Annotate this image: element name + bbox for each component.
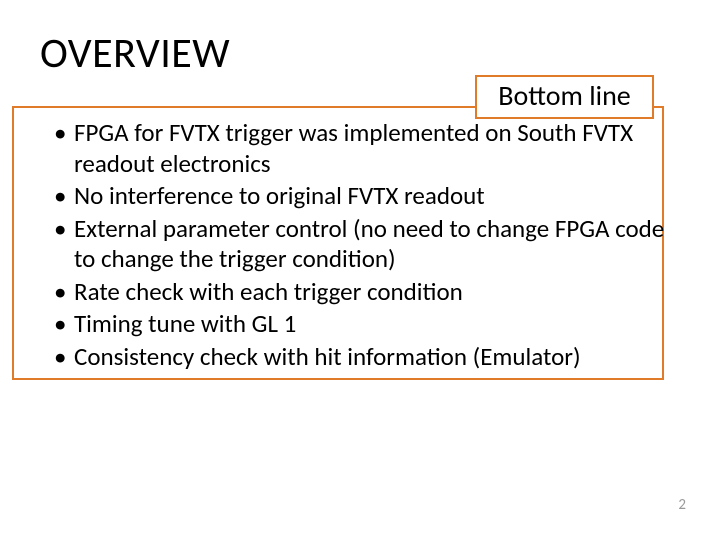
callout-box: Bottom line: [475, 75, 654, 119]
slide-title: OVERVIEW: [40, 28, 230, 79]
list-item: FPGA for FVTX trigger was implemented on…: [54, 118, 674, 179]
list-item: Consistency check with hit information (…: [54, 342, 674, 373]
bullet-list: FPGA for FVTX trigger was implemented on…: [54, 118, 674, 372]
list-item: External parameter control (no need to c…: [54, 214, 674, 275]
list-item: No interference to original FVTX readout: [54, 181, 674, 212]
page-number: 2: [678, 496, 686, 514]
slide: OVERVIEW Bottom line FPGA for FVTX trigg…: [0, 0, 720, 540]
body-text: FPGA for FVTX trigger was implemented on…: [54, 118, 674, 374]
list-item: Timing tune with GL 1: [54, 309, 674, 340]
list-item: Rate check with each trigger condition: [54, 277, 674, 308]
